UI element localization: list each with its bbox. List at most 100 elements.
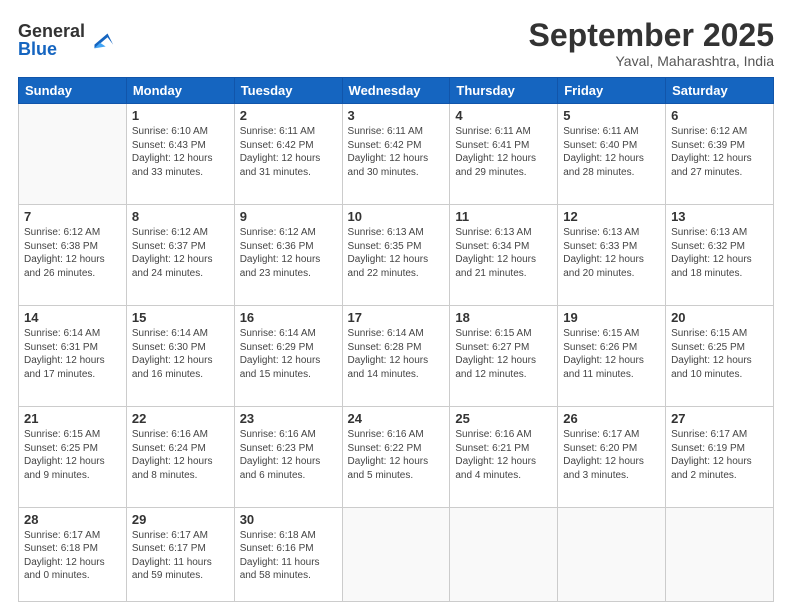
day-number: 1 bbox=[132, 108, 229, 123]
day-number: 9 bbox=[240, 209, 337, 224]
logo-icon bbox=[87, 26, 115, 54]
day-info: Sunrise: 6:11 AM Sunset: 6:40 PM Dayligh… bbox=[563, 125, 660, 179]
day-number: 14 bbox=[24, 310, 121, 325]
logo-general: General bbox=[18, 22, 85, 40]
day-number: 23 bbox=[240, 411, 337, 426]
day-number: 19 bbox=[563, 310, 660, 325]
week-row-1: 1 Sunrise: 6:10 AM Sunset: 6:43 PM Daylig… bbox=[19, 104, 774, 205]
day-info: Sunrise: 6:14 AM Sunset: 6:31 PM Dayligh… bbox=[24, 327, 121, 381]
table-row: 2 Sunrise: 6:11 AM Sunset: 6:42 PM Daylig… bbox=[234, 104, 342, 205]
table-row: 25 Sunrise: 6:16 AM Sunset: 6:21 PM Dayli… bbox=[450, 407, 558, 508]
table-row bbox=[666, 507, 774, 601]
logo: General Blue bbox=[18, 22, 115, 58]
day-number: 2 bbox=[240, 108, 337, 123]
table-row: 26 Sunrise: 6:17 AM Sunset: 6:20 PM Dayli… bbox=[558, 407, 666, 508]
table-row: 18Sunrise: 6:15 AM Sunset: 6:27 PM Dayli… bbox=[450, 306, 558, 407]
table-row: 5 Sunrise: 6:11 AM Sunset: 6:40 PM Daylig… bbox=[558, 104, 666, 205]
logo-text: General Blue bbox=[18, 22, 85, 58]
table-row: 16Sunrise: 6:14 AM Sunset: 6:29 PM Dayli… bbox=[234, 306, 342, 407]
day-number: 7 bbox=[24, 209, 121, 224]
day-number: 28 bbox=[24, 512, 121, 527]
table-row: 13 Sunrise: 6:13 AM Sunset: 6:32 PM Dayli… bbox=[666, 205, 774, 306]
col-sunday: Sunday bbox=[19, 78, 127, 104]
day-info: Sunrise: 6:17 AM Sunset: 6:20 PM Dayligh… bbox=[563, 428, 660, 482]
day-info: Sunrise: 6:14 AM Sunset: 6:30 PM Dayligh… bbox=[132, 327, 229, 381]
day-info: Sunrise: 6:17 AM Sunset: 6:17 PM Dayligh… bbox=[132, 529, 229, 583]
table-row: 7Sunrise: 6:12 AM Sunset: 6:38 PM Daylig… bbox=[19, 205, 127, 306]
table-row: 17 Sunrise: 6:14 AM Sunset: 6:28 PM Dayli… bbox=[342, 306, 450, 407]
table-row: 28Sunrise: 6:17 AM Sunset: 6:18 PM Dayli… bbox=[19, 507, 127, 601]
table-row: 30 Sunrise: 6:18 AM Sunset: 6:16 PM Dayli… bbox=[234, 507, 342, 601]
table-row bbox=[19, 104, 127, 205]
day-info: Sunrise: 6:13 AM Sunset: 6:34 PM Dayligh… bbox=[455, 226, 552, 280]
table-row: 1 Sunrise: 6:10 AM Sunset: 6:43 PM Daylig… bbox=[126, 104, 234, 205]
calendar-table: Sunday Monday Tuesday Wednesday Thursday… bbox=[18, 77, 774, 602]
day-info: Sunrise: 6:16 AM Sunset: 6:23 PM Dayligh… bbox=[240, 428, 337, 482]
day-info: Sunrise: 6:18 AM Sunset: 6:16 PM Dayligh… bbox=[240, 529, 337, 583]
table-row: 3Sunrise: 6:11 AM Sunset: 6:42 PM Daylig… bbox=[342, 104, 450, 205]
week-row-5: 28Sunrise: 6:17 AM Sunset: 6:18 PM Dayli… bbox=[19, 507, 774, 601]
day-number: 15 bbox=[132, 310, 229, 325]
day-number: 8 bbox=[132, 209, 229, 224]
day-number: 17 bbox=[348, 310, 445, 325]
col-friday: Friday bbox=[558, 78, 666, 104]
day-info: Sunrise: 6:13 AM Sunset: 6:33 PM Dayligh… bbox=[563, 226, 660, 280]
day-info: Sunrise: 6:13 AM Sunset: 6:32 PM Dayligh… bbox=[671, 226, 768, 280]
day-number: 30 bbox=[240, 512, 337, 527]
day-info: Sunrise: 6:15 AM Sunset: 6:25 PM Dayligh… bbox=[671, 327, 768, 381]
day-number: 24 bbox=[348, 411, 445, 426]
day-info: Sunrise: 6:11 AM Sunset: 6:41 PM Dayligh… bbox=[455, 125, 552, 179]
table-row bbox=[450, 507, 558, 601]
logo-blue: Blue bbox=[18, 40, 85, 58]
day-info: Sunrise: 6:11 AM Sunset: 6:42 PM Dayligh… bbox=[348, 125, 445, 179]
day-number: 5 bbox=[563, 108, 660, 123]
table-row: 29 Sunrise: 6:17 AM Sunset: 6:17 PM Dayli… bbox=[126, 507, 234, 601]
table-row: 21 Sunrise: 6:15 AM Sunset: 6:25 PM Dayli… bbox=[19, 407, 127, 508]
day-info: Sunrise: 6:13 AM Sunset: 6:35 PM Dayligh… bbox=[348, 226, 445, 280]
table-row: 24 Sunrise: 6:16 AM Sunset: 6:22 PM Dayli… bbox=[342, 407, 450, 508]
col-monday: Monday bbox=[126, 78, 234, 104]
day-number: 29 bbox=[132, 512, 229, 527]
location: Yaval, Maharashtra, India bbox=[529, 53, 774, 69]
table-row: 22Sunrise: 6:16 AM Sunset: 6:24 PM Dayli… bbox=[126, 407, 234, 508]
day-info: Sunrise: 6:10 AM Sunset: 6:43 PM Dayligh… bbox=[132, 125, 229, 179]
day-number: 18 bbox=[455, 310, 552, 325]
table-row bbox=[342, 507, 450, 601]
day-info: Sunrise: 6:16 AM Sunset: 6:22 PM Dayligh… bbox=[348, 428, 445, 482]
day-info: Sunrise: 6:15 AM Sunset: 6:26 PM Dayligh… bbox=[563, 327, 660, 381]
table-row: 8 Sunrise: 6:12 AM Sunset: 6:37 PM Daylig… bbox=[126, 205, 234, 306]
day-number: 26 bbox=[563, 411, 660, 426]
table-row: 15 Sunrise: 6:14 AM Sunset: 6:30 PM Dayli… bbox=[126, 306, 234, 407]
day-number: 12 bbox=[563, 209, 660, 224]
day-number: 16 bbox=[240, 310, 337, 325]
day-number: 10 bbox=[348, 209, 445, 224]
week-row-3: 14 Sunrise: 6:14 AM Sunset: 6:31 PM Dayli… bbox=[19, 306, 774, 407]
header: General Blue September 2025 Yaval, Mahar… bbox=[18, 18, 774, 69]
day-info: Sunrise: 6:16 AM Sunset: 6:21 PM Dayligh… bbox=[455, 428, 552, 482]
page: General Blue September 2025 Yaval, Mahar… bbox=[0, 0, 792, 612]
col-wednesday: Wednesday bbox=[342, 78, 450, 104]
day-number: 21 bbox=[24, 411, 121, 426]
col-tuesday: Tuesday bbox=[234, 78, 342, 104]
header-row: Sunday Monday Tuesday Wednesday Thursday… bbox=[19, 78, 774, 104]
day-info: Sunrise: 6:11 AM Sunset: 6:42 PM Dayligh… bbox=[240, 125, 337, 179]
day-number: 20 bbox=[671, 310, 768, 325]
day-number: 13 bbox=[671, 209, 768, 224]
table-row: 23 Sunrise: 6:16 AM Sunset: 6:23 PM Dayli… bbox=[234, 407, 342, 508]
table-row: 20 Sunrise: 6:15 AM Sunset: 6:25 PM Dayli… bbox=[666, 306, 774, 407]
day-number: 11 bbox=[455, 209, 552, 224]
day-info: Sunrise: 6:17 AM Sunset: 6:19 PM Dayligh… bbox=[671, 428, 768, 482]
day-info: Sunrise: 6:12 AM Sunset: 6:36 PM Dayligh… bbox=[240, 226, 337, 280]
table-row: 9 Sunrise: 6:12 AM Sunset: 6:36 PM Daylig… bbox=[234, 205, 342, 306]
week-row-2: 7Sunrise: 6:12 AM Sunset: 6:38 PM Daylig… bbox=[19, 205, 774, 306]
day-info: Sunrise: 6:14 AM Sunset: 6:28 PM Dayligh… bbox=[348, 327, 445, 381]
day-info: Sunrise: 6:12 AM Sunset: 6:37 PM Dayligh… bbox=[132, 226, 229, 280]
month-title: September 2025 bbox=[529, 18, 774, 53]
day-info: Sunrise: 6:12 AM Sunset: 6:39 PM Dayligh… bbox=[671, 125, 768, 179]
day-number: 25 bbox=[455, 411, 552, 426]
day-info: Sunrise: 6:15 AM Sunset: 6:25 PM Dayligh… bbox=[24, 428, 121, 482]
table-row: 14 Sunrise: 6:14 AM Sunset: 6:31 PM Dayli… bbox=[19, 306, 127, 407]
table-row: 11 Sunrise: 6:13 AM Sunset: 6:34 PM Dayli… bbox=[450, 205, 558, 306]
day-number: 6 bbox=[671, 108, 768, 123]
col-thursday: Thursday bbox=[450, 78, 558, 104]
